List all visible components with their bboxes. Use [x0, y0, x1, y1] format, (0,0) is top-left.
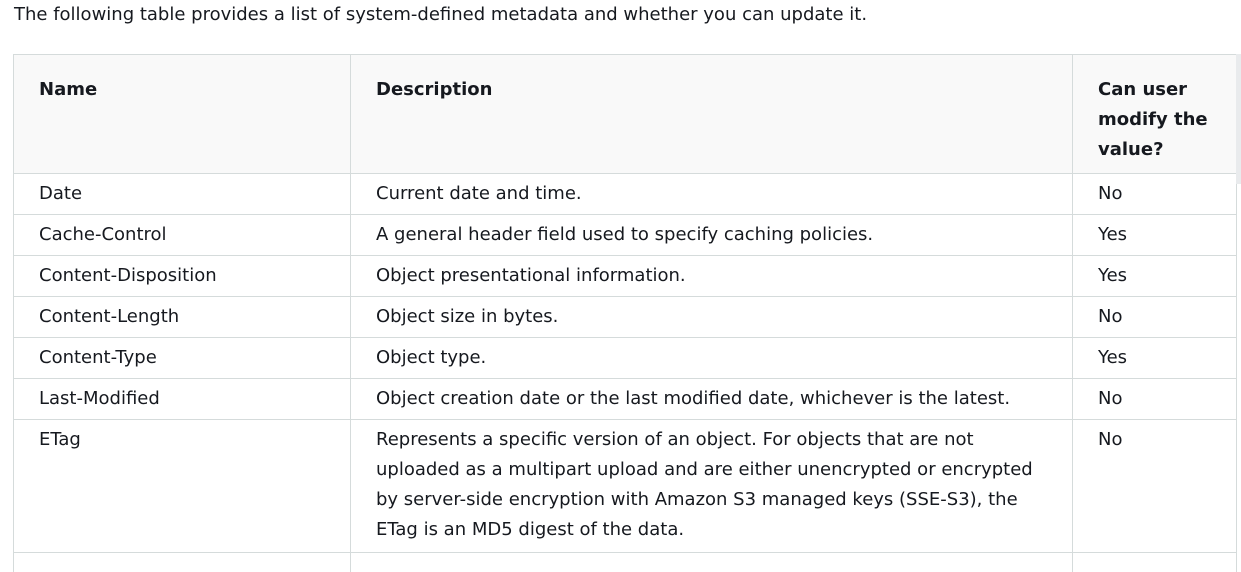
- cell-name: Content-Length: [13, 296, 351, 338]
- cell-name: Date: [13, 173, 351, 215]
- cell-modifiable: No: [1072, 419, 1237, 553]
- table-header-row: Name Description Can user modify the val…: [13, 54, 1237, 174]
- cell-name: Content-Type: [13, 337, 351, 379]
- cell-description: Object size in bytes.: [350, 296, 1073, 338]
- metadata-table-container: Name Description Can user modify the val…: [13, 54, 1241, 572]
- cell-modifiable: Yes: [1072, 337, 1237, 379]
- cell-description: Current date and time.: [350, 173, 1073, 215]
- metadata-table: Name Description Can user modify the val…: [13, 54, 1237, 572]
- cell-description: Object type.: [350, 337, 1073, 379]
- header-name: Name: [13, 54, 351, 174]
- cell-modifiable: Yes: [1072, 214, 1237, 256]
- cell-name: ETag: [13, 419, 351, 553]
- cell-modifiable: No: [1072, 296, 1237, 338]
- table-row: Content-Length Object size in bytes. No: [13, 296, 1237, 338]
- table-row: Content-Disposition Object presentationa…: [13, 255, 1237, 297]
- cell-description: A general header field used to specify c…: [350, 214, 1073, 256]
- cell-modifiable: No: [1072, 378, 1237, 420]
- cell-modifiable: No: [1072, 173, 1237, 215]
- cell-empty: [1072, 552, 1237, 572]
- table-row: Last-Modified Object creation date or th…: [13, 378, 1237, 420]
- cell-description: Object presentational information.: [350, 255, 1073, 297]
- table-row: Cache-Control A general header field use…: [13, 214, 1237, 256]
- table-row-partial: [13, 552, 1237, 572]
- table-row: Content-Type Object type. Yes: [13, 337, 1237, 379]
- cell-empty: [13, 552, 351, 572]
- cell-empty: [350, 552, 1073, 572]
- cell-description: Represents a specific version of an obje…: [350, 419, 1073, 553]
- cell-description: Object creation date or the last modifie…: [350, 378, 1073, 420]
- cell-modifiable: Yes: [1072, 255, 1237, 297]
- table-row: ETag Represents a specific version of an…: [13, 419, 1237, 553]
- horizontal-scroll-indicator[interactable]: [1236, 54, 1241, 184]
- intro-text: The following table provides a list of s…: [14, 4, 868, 25]
- table-row: Date Current date and time. No: [13, 173, 1237, 215]
- cell-name: Last-Modified: [13, 378, 351, 420]
- cell-name: Content-Disposition: [13, 255, 351, 297]
- header-modifiable: Can user modify the value?: [1072, 54, 1237, 174]
- cell-name: Cache-Control: [13, 214, 351, 256]
- header-description: Description: [350, 54, 1073, 174]
